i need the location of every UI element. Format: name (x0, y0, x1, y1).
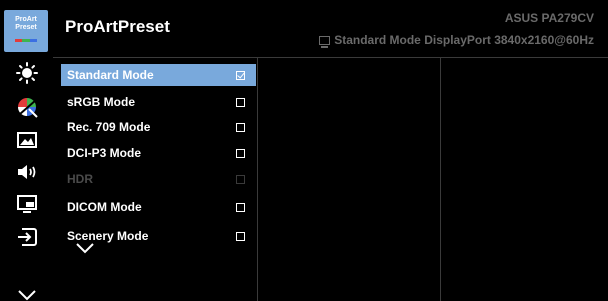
submenu-panel (258, 58, 441, 301)
checkbox-icon[interactable] (236, 202, 245, 212)
checkbox-icon[interactable] (236, 148, 245, 158)
sidebar: ProArt Preset (0, 0, 53, 301)
menu-item-label: sRGB Mode (67, 95, 136, 109)
preset-list-panel: Standard Mode sRGB Mode Rec. 709 Mode DC… (53, 58, 258, 301)
menu-item-dicom-mode[interactable]: DICOM Mode (61, 196, 256, 218)
menu-item-label: DICOM Mode (67, 200, 142, 214)
checkbox-disabled-icon (236, 174, 245, 184)
logo-line-1: ProArt (15, 16, 37, 23)
logo-stripe-red (15, 39, 23, 42)
checkbox-icon[interactable] (236, 122, 245, 132)
checkbox-icon[interactable] (236, 97, 245, 107)
menu-item-dci-p3-mode[interactable]: DCI-P3 Mode (61, 142, 256, 164)
menu-item-srgb-mode[interactable]: sRGB Mode (61, 91, 256, 113)
menu-item-hdr: HDR (61, 168, 256, 190)
page-title: ProArtPreset (65, 17, 170, 36)
status-line: Standard Mode DisplayPort 3840x2160@60Hz (319, 33, 594, 48)
menu-item-rec709-mode[interactable]: Rec. 709 Mode (61, 116, 256, 138)
checkbox-icon[interactable] (236, 231, 245, 241)
menu-item-label: Rec. 709 Mode (67, 120, 151, 134)
osd-menu: ProArt Preset ProArtPreset ASUS PA279CV … (0, 0, 608, 301)
logo-stripe-blue (29, 39, 37, 42)
color-icon[interactable] (0, 92, 53, 122)
more-down-icon[interactable] (0, 280, 53, 301)
menu-item-label: HDR (67, 172, 93, 186)
image-icon[interactable] (0, 125, 53, 155)
sound-icon[interactable] (0, 157, 53, 187)
pip-pbp-icon[interactable] (0, 189, 53, 219)
monitor-icon (319, 35, 331, 48)
value-panel (441, 58, 608, 301)
menu-area: Standard Mode sRGB Mode Rec. 709 Mode DC… (53, 57, 608, 301)
checkbox-checked-icon[interactable] (236, 70, 245, 80)
brightness-icon[interactable] (0, 58, 53, 88)
status-text: Standard Mode DisplayPort 3840x2160@60Hz (334, 33, 594, 47)
logo-stripes (15, 39, 37, 42)
logo-stripe-green (22, 39, 30, 42)
menu-item-standard-mode[interactable]: Standard Mode (61, 64, 256, 86)
menu-item-label: DCI-P3 Mode (67, 146, 142, 160)
input-select-icon[interactable] (0, 222, 53, 252)
monitor-model: ASUS PA279CV (504, 11, 594, 25)
chevron-down-icon[interactable] (75, 241, 95, 259)
proart-preset-logo[interactable]: ProArt Preset (4, 10, 48, 52)
header: ProArtPreset ASUS PA279CV Standard Mode … (53, 0, 608, 57)
menu-item-label: Standard Mode (67, 68, 154, 82)
logo-line-2: Preset (15, 24, 37, 31)
